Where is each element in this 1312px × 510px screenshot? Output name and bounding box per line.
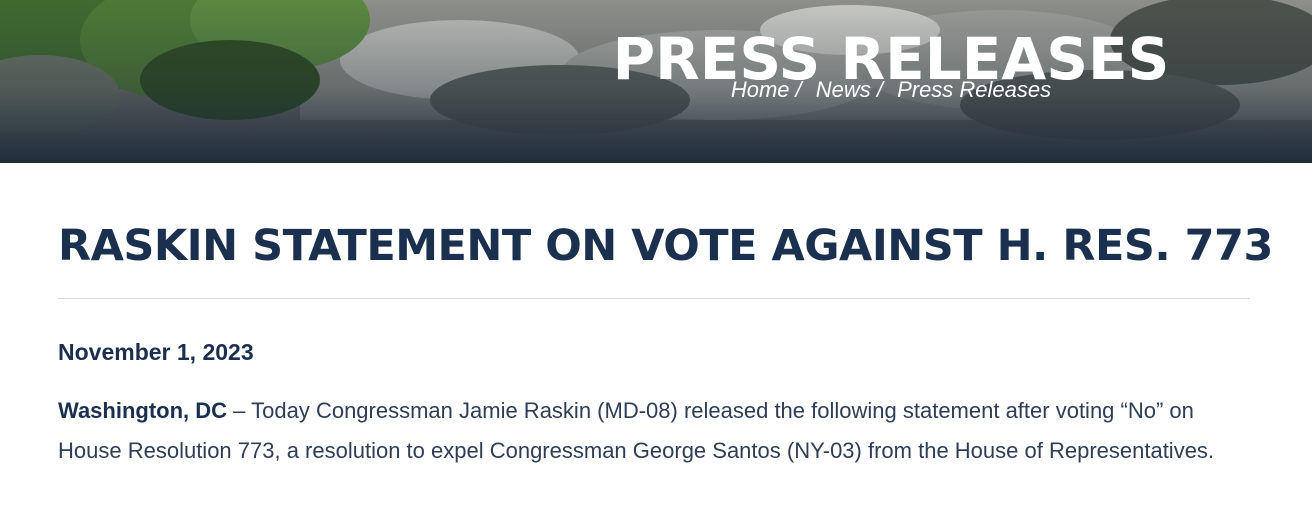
article-dateline: Washington, DC xyxy=(58,398,228,423)
article-body: Washington, DC – Today Congressman Jamie… xyxy=(58,391,1250,471)
breadcrumb-home-link[interactable]: Home xyxy=(731,77,790,102)
article-date: November 1, 2023 xyxy=(58,339,254,365)
breadcrumb-news-link[interactable]: News xyxy=(816,77,871,102)
breadcrumb: Home / News / Press Releases xyxy=(0,77,1312,103)
article-body-text: – Today Congressman Jamie Raskin (MD-08)… xyxy=(58,398,1215,463)
breadcrumb-current-page: Press Releases xyxy=(897,77,1052,102)
breadcrumb-separator: / xyxy=(795,77,802,102)
breadcrumb-separator: / xyxy=(876,77,883,102)
hero-banner: PRESS RELEASES Home / News / Press Release… xyxy=(0,0,1312,163)
article-title: RASKIN STATEMENT ON VOTE AGAINST H. RES.… xyxy=(58,221,1273,271)
title-divider xyxy=(58,298,1250,299)
